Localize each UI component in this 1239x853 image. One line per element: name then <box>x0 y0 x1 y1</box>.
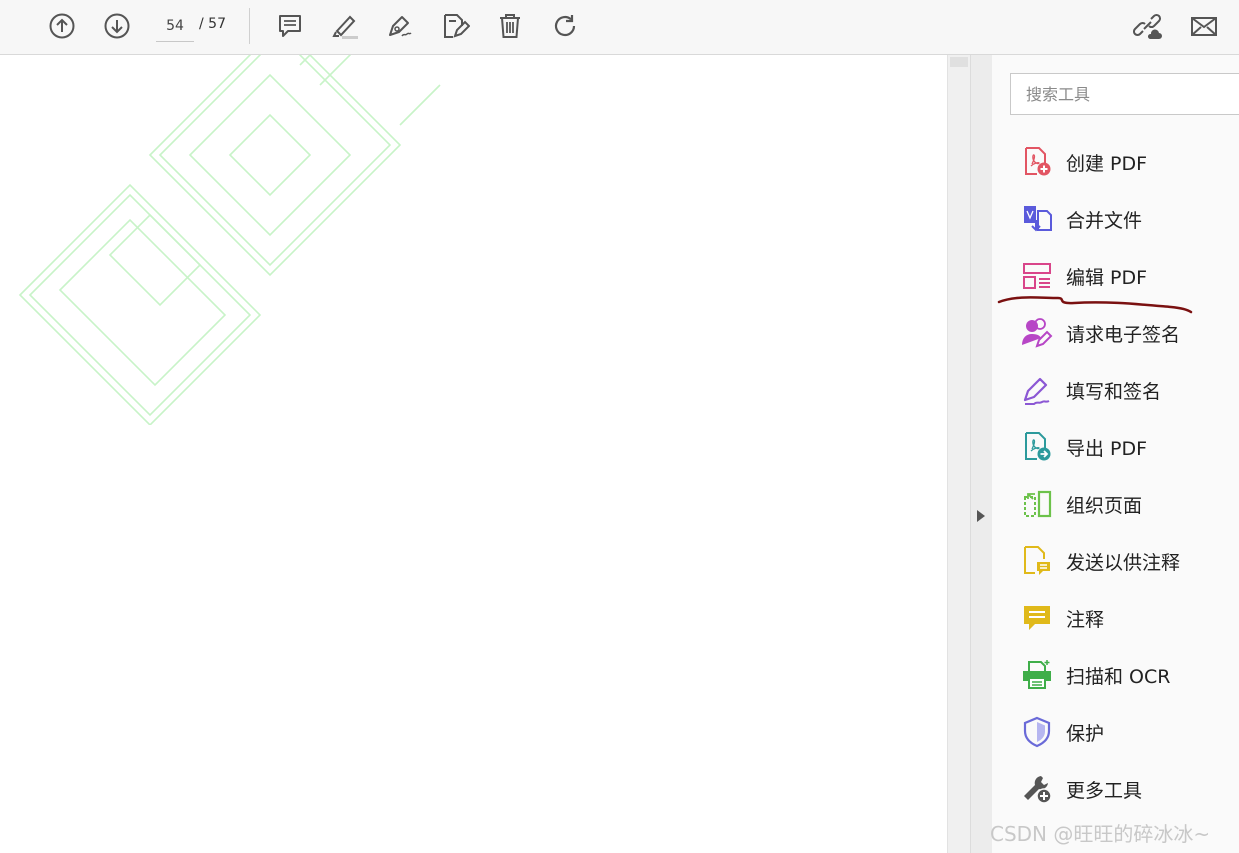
tool-label: 编辑 PDF <box>1066 266 1148 289</box>
tool-label: 更多工具 <box>1066 779 1143 802</box>
document-page[interactable] <box>0 55 947 853</box>
comment-icon <box>1020 601 1054 635</box>
previous-page-button[interactable] <box>44 8 80 44</box>
export-pdf-icon <box>1020 430 1054 464</box>
top-toolbar: / 57 <box>0 0 1239 55</box>
tool-scan-ocr[interactable]: 扫描和 OCR <box>1020 657 1220 693</box>
collapse-arrow-icon[interactable] <box>977 510 985 522</box>
combine-files-icon <box>1020 202 1054 236</box>
create-pdf-icon <box>1020 145 1054 179</box>
tool-label: 合并文件 <box>1066 209 1143 232</box>
tool-more-tools[interactable]: 更多工具 <box>1020 771 1220 807</box>
next-page-button[interactable] <box>99 8 135 44</box>
highlight-button[interactable] <box>327 8 363 44</box>
trash-icon <box>500 14 520 38</box>
edit-text-button[interactable] <box>437 8 473 44</box>
tool-label: 填写和签名 <box>1066 380 1162 403</box>
tool-label: 扫描和 OCR <box>1066 665 1171 688</box>
watermark-credit: CSDN @旺旺的碎冰冰~ <box>990 822 1211 846</box>
page-number-input[interactable] <box>156 11 194 42</box>
email-button[interactable] <box>1186 8 1222 44</box>
rotate-button[interactable] <box>547 8 583 44</box>
envelope-icon <box>1191 17 1217 36</box>
send-for-comments-icon <box>1020 544 1054 578</box>
tool-create-pdf[interactable]: 创建 PDF <box>1020 144 1220 180</box>
fill-sign-icon <box>1020 373 1054 407</box>
tool-comment[interactable]: 注释 <box>1020 600 1220 636</box>
tool-protect[interactable]: 保护 <box>1020 714 1220 750</box>
tool-export-pdf[interactable]: 导出 PDF <box>1020 429 1220 465</box>
pen-sign-icon <box>389 16 412 37</box>
scrollbar-thumb[interactable] <box>950 57 968 67</box>
tool-label: 发送以供注释 <box>1066 551 1181 574</box>
tool-label: 请求电子签名 <box>1066 323 1181 346</box>
tools-pane: 创建 PDF 合并文件 编辑 PDF 请求电子签名 填写和签名 导出 PDF <box>992 55 1239 853</box>
page-total: / 57 <box>199 16 226 32</box>
tool-fill-sign[interactable]: 填写和签名 <box>1020 372 1220 408</box>
more-tools-icon <box>1020 772 1054 806</box>
tool-combine-files[interactable]: 合并文件 <box>1020 201 1220 237</box>
comment-button[interactable] <box>272 8 308 44</box>
tool-label: 组织页面 <box>1066 494 1143 517</box>
request-signature-icon <box>1020 316 1054 350</box>
comment-icon <box>279 15 301 37</box>
toolbar-divider <box>249 8 250 44</box>
tool-request-signature[interactable]: 请求电子签名 <box>1020 315 1220 351</box>
edit-document-icon <box>444 14 470 38</box>
tool-edit-pdf[interactable]: 编辑 PDF <box>1020 258 1220 294</box>
tool-organize-pages[interactable]: 组织页面 <box>1020 486 1220 522</box>
watermark-logo-icon <box>18 55 441 425</box>
highlighter-icon <box>332 15 358 39</box>
vertical-scrollbar[interactable] <box>947 55 970 853</box>
search-tools-input[interactable] <box>1010 73 1239 115</box>
organize-pages-icon <box>1020 487 1054 521</box>
tool-send-for-comments[interactable]: 发送以供注释 <box>1020 543 1220 579</box>
tool-label: 创建 PDF <box>1066 152 1148 175</box>
protect-icon <box>1020 715 1054 749</box>
delete-button[interactable] <box>492 8 528 44</box>
arrow-down-circle-icon <box>104 13 130 39</box>
tool-label: 注释 <box>1066 608 1105 631</box>
share-link-button[interactable] <box>1130 8 1166 44</box>
sign-button[interactable] <box>382 8 418 44</box>
rotate-icon <box>554 15 576 37</box>
edit-pdf-icon <box>1020 259 1054 293</box>
scan-ocr-icon <box>1020 658 1054 692</box>
tool-label: 导出 PDF <box>1066 437 1148 460</box>
link-cloud-icon <box>1133 13 1162 39</box>
tool-label: 保护 <box>1066 722 1105 745</box>
pane-collapse-strip <box>970 55 993 853</box>
arrow-up-circle-icon <box>49 13 75 39</box>
